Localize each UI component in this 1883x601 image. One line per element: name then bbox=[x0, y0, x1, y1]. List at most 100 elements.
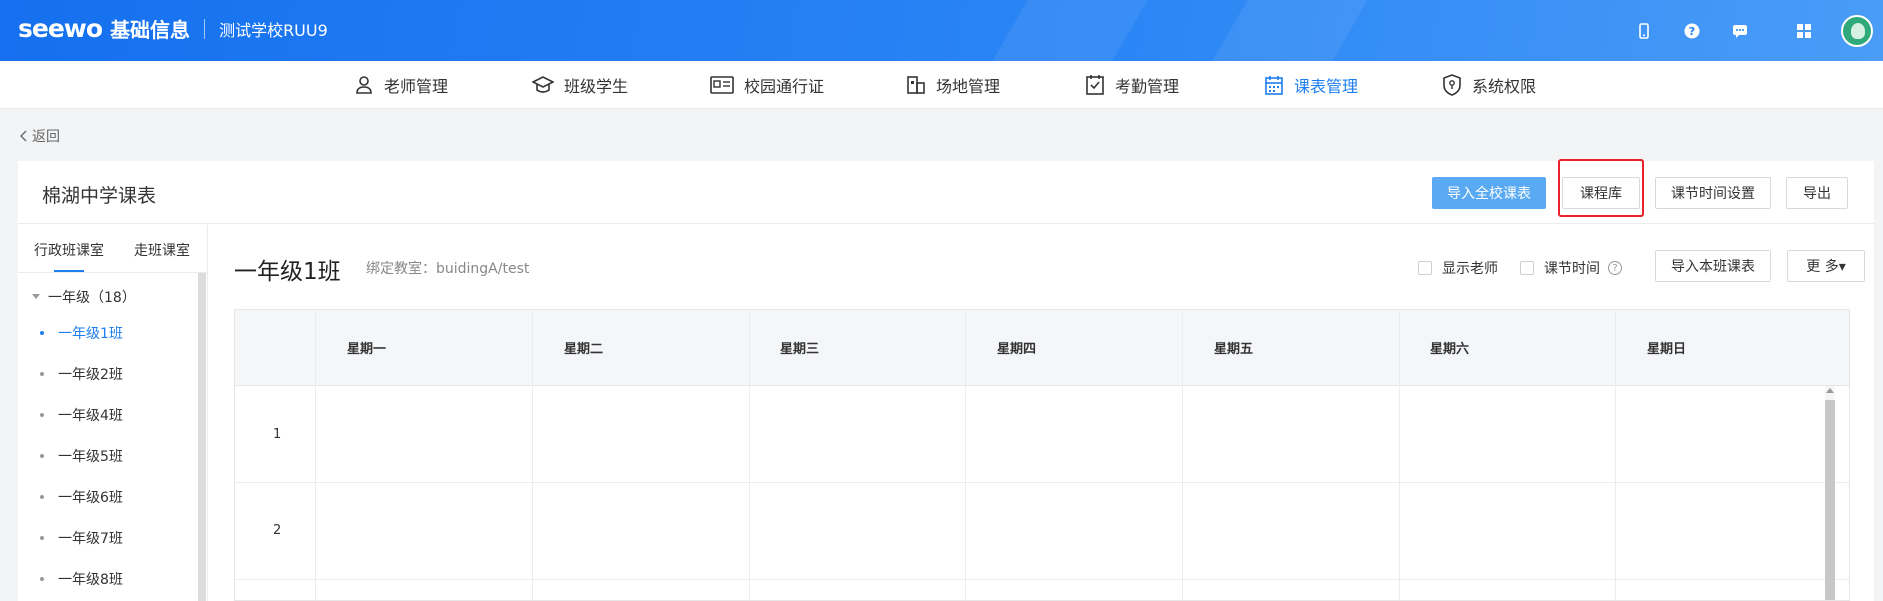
grid-column-divider bbox=[1182, 310, 1183, 600]
nav-venues[interactable]: 场地管理 bbox=[906, 61, 1000, 109]
checkbox-box[interactable] bbox=[1418, 261, 1432, 275]
grid-row-divider bbox=[235, 579, 1849, 580]
grid-column-divider bbox=[532, 310, 533, 600]
header-decoration bbox=[992, 0, 1148, 61]
mobile-icon[interactable] bbox=[1627, 14, 1661, 48]
nav-classes[interactable]: 班级学生 bbox=[532, 61, 628, 109]
top-header: seewo 基础信息 测试学校RUU9 ? bbox=[0, 0, 1883, 61]
grid-column-divider bbox=[1615, 310, 1616, 600]
nav-attendance[interactable]: 考勤管理 bbox=[1085, 61, 1179, 109]
clipboard-check-icon bbox=[1086, 75, 1104, 95]
class-label: 一年级7班 bbox=[58, 531, 123, 547]
apps-grid-icon[interactable] bbox=[1787, 14, 1821, 48]
day-header: 星期三 bbox=[780, 342, 820, 357]
scroll-up-icon[interactable] bbox=[1826, 388, 1834, 393]
list-item[interactable]: 一年级5班 bbox=[40, 446, 123, 466]
class-label: 一年级4班 bbox=[58, 408, 123, 424]
sidebar-scrollbar[interactable] bbox=[198, 273, 206, 601]
bullet bbox=[40, 331, 44, 335]
list-item[interactable]: 一年级2班 bbox=[40, 364, 123, 384]
timetable-grid: 星期一 星期二 星期三 星期四 星期五 星期六 星期日 1 2 bbox=[234, 309, 1850, 601]
timetable-panel: 棉湖中学课表 导入全校课表 课程库 课节时间设置 导出 行政班课室 走班课室 一… bbox=[18, 159, 1874, 601]
period-time-settings-button[interactable]: 课节时间设置 bbox=[1655, 177, 1771, 209]
import-all-timetable-button[interactable]: 导入全校课表 bbox=[1432, 177, 1546, 209]
header-divider bbox=[204, 18, 206, 39]
header-actions: ? bbox=[1613, 14, 1873, 48]
person-icon bbox=[356, 76, 372, 94]
grid-column-divider bbox=[965, 310, 966, 600]
export-button[interactable]: 导出 bbox=[1786, 177, 1848, 209]
checkbox-label: 课节时间 bbox=[1544, 261, 1600, 277]
course-library-button[interactable]: 课程库 bbox=[1562, 177, 1640, 209]
day-header: 星期五 bbox=[1214, 342, 1254, 357]
product-name: 基础信息 bbox=[110, 18, 191, 42]
id-card-icon bbox=[710, 76, 734, 94]
help-icon[interactable]: ? bbox=[1675, 14, 1709, 48]
tab-admin-classroom[interactable]: 行政班课室 bbox=[34, 240, 104, 260]
building-icon bbox=[907, 76, 925, 94]
period-number: 2 bbox=[273, 523, 282, 538]
period-number: 1 bbox=[273, 427, 282, 442]
nav-label: 系统权限 bbox=[1472, 77, 1537, 96]
svg-text:?: ? bbox=[1689, 25, 1695, 38]
nav-timetable[interactable]: 课表管理 bbox=[1264, 61, 1358, 109]
nav-label: 班级学生 bbox=[564, 77, 629, 96]
school-name[interactable]: 测试学校RUU9 bbox=[219, 17, 328, 41]
nav-teachers[interactable]: 老师管理 bbox=[354, 61, 448, 109]
calendar-icon bbox=[1265, 76, 1283, 95]
question-icon[interactable]: ? bbox=[1608, 261, 1622, 275]
chevron-left-icon bbox=[20, 130, 27, 142]
main-nav: 老师管理 班级学生 校园通行证 场地管理 考勤管理 课表管理 系统权限 bbox=[0, 61, 1883, 109]
grid-row-divider bbox=[235, 482, 1849, 483]
bound-classroom: 绑定教室：buidingA/test bbox=[366, 261, 530, 277]
grid-column-divider bbox=[749, 310, 750, 600]
import-class-timetable-button[interactable]: 导入本班课表 bbox=[1655, 250, 1771, 282]
day-header: 星期四 bbox=[997, 342, 1037, 357]
grid-header: 星期一 星期二 星期三 星期四 星期五 星期六 星期日 bbox=[235, 310, 1849, 386]
seewo-logo: seewo bbox=[18, 14, 103, 43]
tree-group-grade1[interactable]: 一年级（18） bbox=[32, 287, 136, 307]
nav-label: 老师管理 bbox=[384, 77, 449, 96]
show-teacher-checkbox[interactable]: 显示老师 bbox=[1418, 258, 1498, 278]
class-sidebar: 行政班课室 走班课室 一年级（18） 一年级1班 一年级2班 一年级4班 一年级… bbox=[18, 225, 208, 601]
active-tab-indicator bbox=[54, 270, 84, 272]
caret-down-icon bbox=[32, 294, 40, 299]
day-header: 星期六 bbox=[1430, 342, 1470, 357]
class-label: 一年级6班 bbox=[58, 490, 123, 506]
nav-campus-pass[interactable]: 校园通行证 bbox=[710, 61, 824, 109]
brand[interactable]: seewo 基础信息 测试学校RUU9 bbox=[18, 14, 328, 43]
class-title: 一年级1班 bbox=[234, 259, 341, 285]
grid-column-divider bbox=[1399, 310, 1400, 600]
nav-label: 课表管理 bbox=[1294, 77, 1359, 96]
message-icon[interactable] bbox=[1723, 14, 1757, 48]
nav-label: 考勤管理 bbox=[1115, 77, 1180, 96]
more-dropdown-button[interactable]: 更 多▾ bbox=[1787, 250, 1865, 282]
checkbox-label: 显示老师 bbox=[1442, 261, 1498, 277]
back-label: 返回 bbox=[32, 129, 60, 145]
period-time-checkbox[interactable]: 课节时间 ? bbox=[1520, 258, 1622, 278]
bullet bbox=[40, 495, 44, 499]
grid-scrollbar[interactable] bbox=[1825, 386, 1835, 600]
back-link[interactable]: 返回 bbox=[20, 126, 60, 146]
tree-group-label: 一年级（18） bbox=[48, 290, 136, 306]
tab-walking-classroom[interactable]: 走班课室 bbox=[134, 240, 190, 260]
list-item[interactable]: 一年级4班 bbox=[40, 405, 123, 425]
class-label: 一年级5班 bbox=[58, 449, 123, 465]
list-item[interactable]: 一年级8班 bbox=[40, 569, 123, 589]
day-header: 星期一 bbox=[347, 342, 387, 357]
avatar[interactable] bbox=[1841, 15, 1873, 47]
day-header: 星期日 bbox=[1647, 342, 1687, 357]
list-item[interactable]: 一年级1班 bbox=[40, 323, 123, 343]
scrollbar-thumb[interactable] bbox=[1825, 400, 1835, 600]
grid-column-divider bbox=[315, 310, 316, 600]
checkbox-box[interactable] bbox=[1520, 261, 1534, 275]
bullet bbox=[40, 413, 44, 417]
list-item[interactable]: 一年级6班 bbox=[40, 487, 123, 507]
nav-permissions[interactable]: 系统权限 bbox=[1442, 61, 1536, 109]
bullet bbox=[40, 536, 44, 540]
graduation-cap-icon bbox=[532, 76, 554, 93]
shield-icon bbox=[1443, 74, 1461, 96]
header-decoration bbox=[1212, 0, 1368, 61]
list-item[interactable]: 一年级7班 bbox=[40, 528, 123, 548]
nav-label: 校园通行证 bbox=[744, 77, 825, 96]
